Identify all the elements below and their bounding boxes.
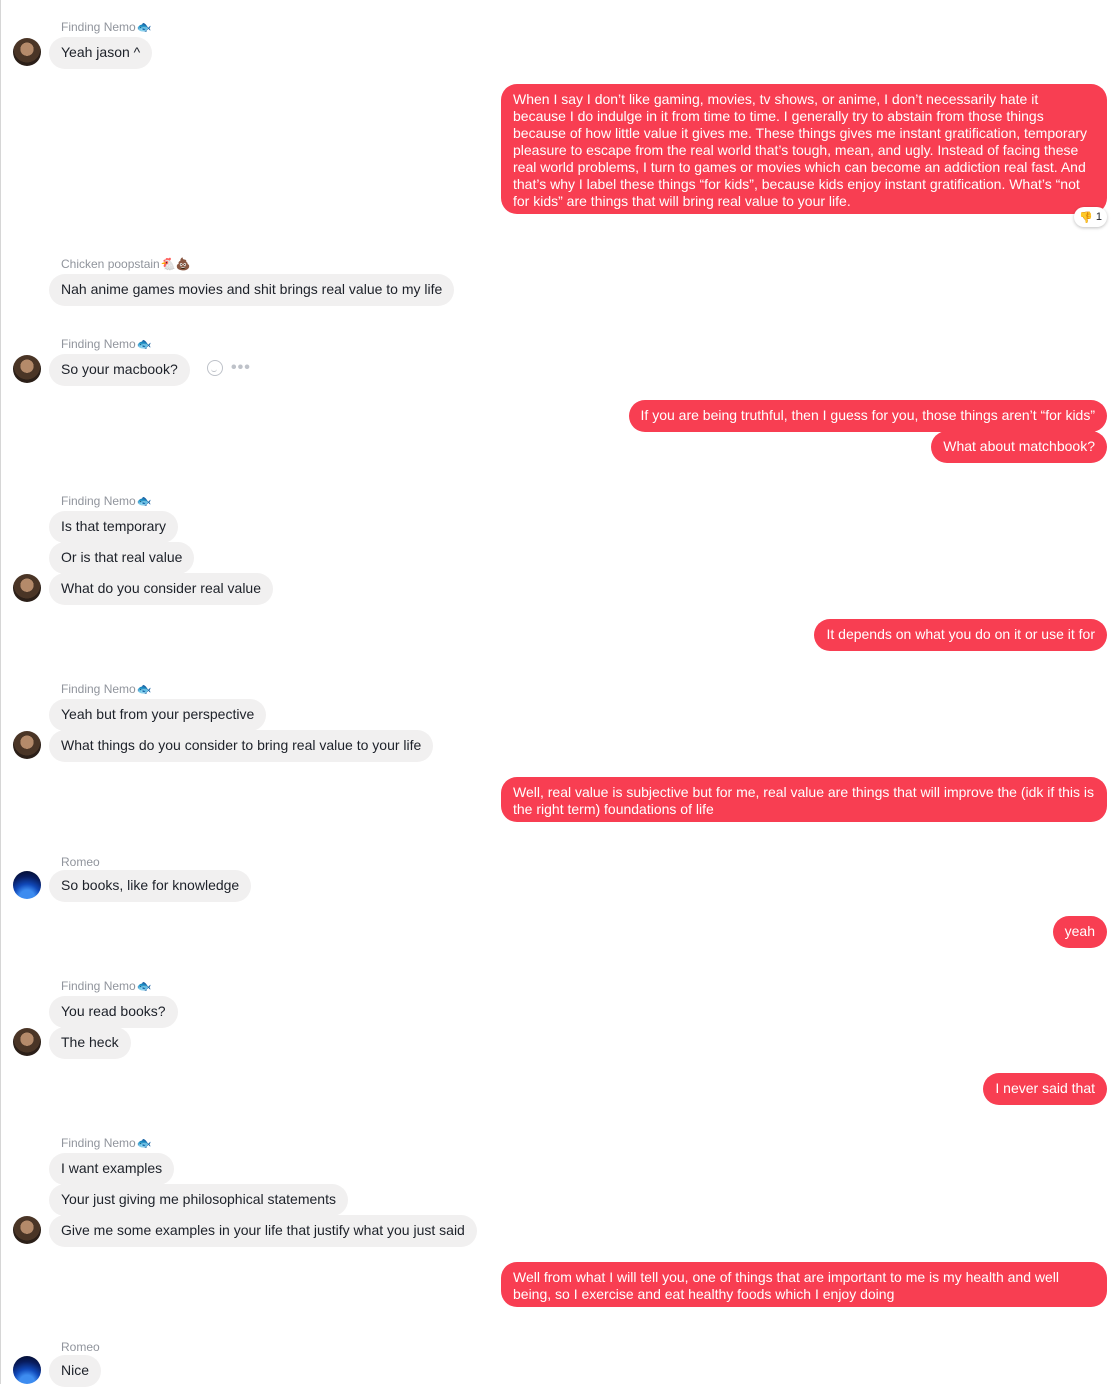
sender-name: Finding Nemo🐟	[61, 1136, 152, 1150]
fish-emoji: 🐟	[136, 494, 152, 508]
sender-name: Finding Nemo🐟	[61, 682, 152, 696]
avatar[interactable]	[13, 731, 41, 759]
outgoing-message[interactable]: If you are being truthful, then I guess …	[628, 400, 1107, 432]
sender-name: Romeo	[61, 855, 100, 869]
avatar[interactable]	[13, 1216, 41, 1244]
incoming-message[interactable]: What things do you consider to bring rea…	[49, 730, 434, 762]
outgoing-message[interactable]: Well, real value is subjective but for m…	[501, 777, 1107, 822]
incoming-message[interactable]: The heck	[49, 1027, 131, 1059]
outgoing-message[interactable]: It depends on what you do on it or use i…	[814, 619, 1107, 651]
avatar[interactable]	[13, 871, 41, 899]
incoming-message[interactable]: Your just giving me philosophical statem…	[49, 1184, 348, 1216]
incoming-message[interactable]: Nah anime games movies and shit brings r…	[49, 274, 455, 306]
reaction-count: 1	[1095, 211, 1102, 223]
more-options-icon[interactable]: •••	[231, 360, 251, 376]
fish-emoji: 🐟	[136, 1136, 152, 1150]
conversation-border	[0, 0, 1, 1384]
incoming-message[interactable]: Is that temporary	[49, 511, 179, 543]
avatar[interactable]	[13, 1356, 41, 1384]
fish-emoji: 🐟	[136, 337, 152, 351]
incoming-message[interactable]: You read books?	[49, 996, 178, 1028]
sender-name: Romeo	[61, 1340, 100, 1354]
sender-name-text: Finding Nemo	[61, 682, 136, 696]
sender-name-text: Romeo	[61, 1340, 100, 1354]
sender-name-text: Finding Nemo	[61, 979, 136, 993]
incoming-message[interactable]: I want examples	[49, 1153, 175, 1185]
fish-emoji: 🐟	[136, 682, 152, 696]
incoming-message[interactable]: What do you consider real value	[49, 573, 273, 605]
incoming-message[interactable]: So books, like for knowledge	[49, 870, 252, 902]
sender-name-text: Romeo	[61, 855, 100, 869]
fish-emoji: 🐟	[136, 979, 152, 993]
sender-name-text: Chicken poopstain	[61, 257, 160, 271]
sender-name-text: Finding Nemo	[61, 337, 136, 351]
react-smile-icon[interactable]	[207, 360, 223, 376]
outgoing-message[interactable]: I never said that	[983, 1073, 1107, 1105]
sender-name-text: Finding Nemo	[61, 1136, 136, 1150]
thumbs-down-icon: 👎	[1079, 211, 1093, 224]
incoming-message[interactable]: So your macbook?	[49, 354, 190, 386]
sender-name-text: Finding Nemo	[61, 20, 136, 34]
avatar[interactable]	[13, 1028, 41, 1056]
outgoing-message[interactable]: yeah	[1052, 916, 1107, 948]
sender-name: Chicken poopstain🐔💩	[61, 257, 191, 271]
sender-name: Finding Nemo🐟	[61, 494, 152, 508]
incoming-message[interactable]: Nice	[49, 1355, 102, 1387]
incoming-message[interactable]: Give me some examples in your life that …	[49, 1215, 477, 1247]
message-actions: •••	[207, 360, 251, 376]
sender-name: Finding Nemo🐟	[61, 979, 152, 993]
avatar[interactable]	[13, 355, 41, 383]
incoming-message[interactable]: Or is that real value	[49, 542, 195, 574]
sender-name: Finding Nemo🐟	[61, 20, 152, 34]
chicken-poop-emoji: 🐔💩	[160, 257, 191, 271]
sender-name-text: Finding Nemo	[61, 494, 136, 508]
avatar[interactable]	[13, 574, 41, 602]
sender-name: Finding Nemo🐟	[61, 337, 152, 351]
reaction-badge[interactable]: 👎 1	[1074, 207, 1107, 227]
outgoing-message[interactable]: Well from what I will tell you, one of t…	[501, 1262, 1107, 1307]
avatar[interactable]	[13, 38, 41, 66]
fish-emoji: 🐟	[136, 20, 152, 34]
incoming-message[interactable]: Yeah but from your perspective	[49, 699, 267, 731]
outgoing-message[interactable]: When I say I don’t like gaming, movies, …	[501, 84, 1107, 214]
outgoing-message[interactable]: What about matchbook?	[931, 431, 1107, 463]
incoming-message[interactable]: Yeah jason ^	[49, 37, 153, 69]
